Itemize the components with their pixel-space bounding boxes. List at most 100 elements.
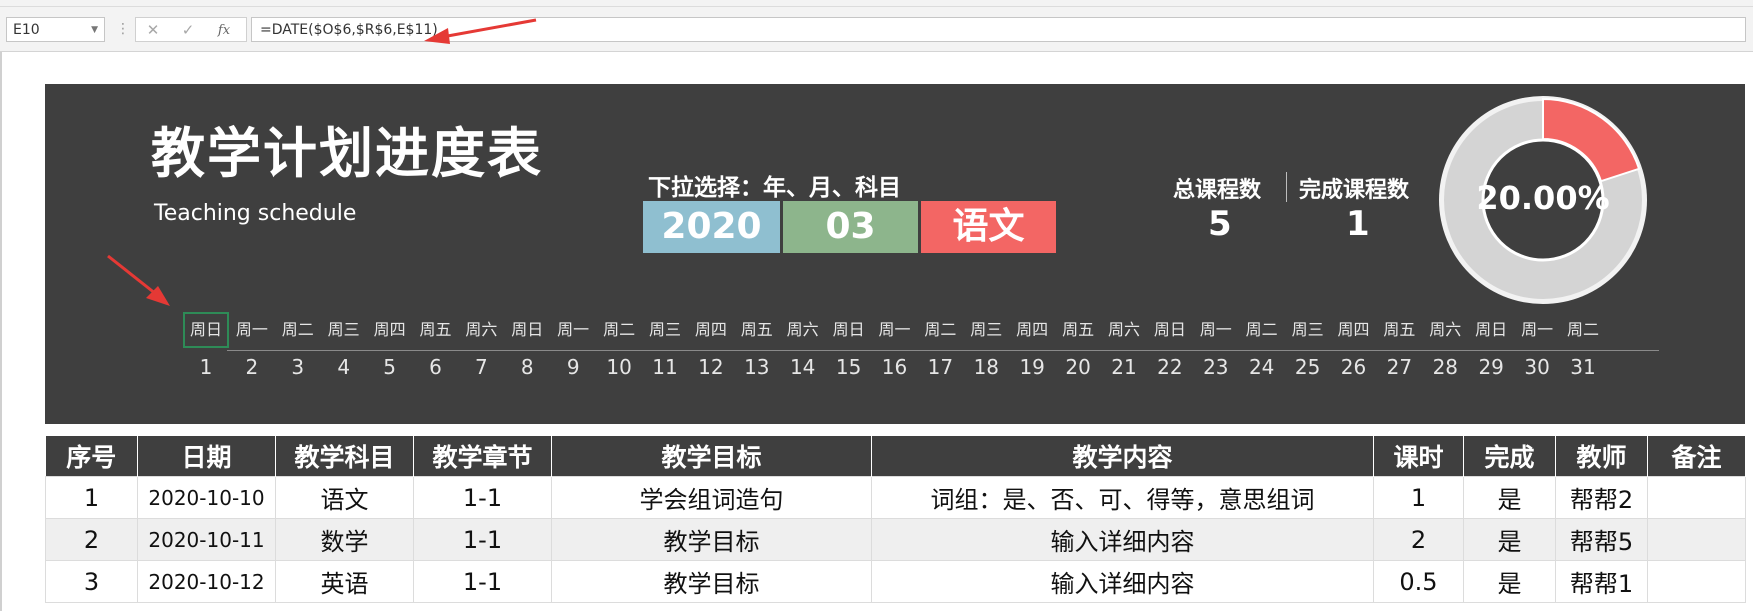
- table-cell[interactable]: 数学: [275, 518, 414, 561]
- weekday-label: 周五: [740, 320, 773, 339]
- table-cell[interactable]: 1-1: [413, 560, 552, 603]
- table-cell[interactable]: 1: [1373, 476, 1464, 519]
- weekday-label: 周五: [1383, 320, 1416, 339]
- day-number: 13: [744, 355, 770, 379]
- day-number: 5: [383, 355, 396, 379]
- weekday-label: 周日: [1153, 320, 1186, 339]
- completed-courses-value: 1: [1346, 204, 1370, 244]
- day-number: 20: [1065, 355, 1091, 379]
- table-cell[interactable]: [1647, 476, 1746, 519]
- table-cell[interactable]: 帮帮2: [1555, 476, 1648, 519]
- column-header[interactable]: 教师: [1555, 436, 1648, 477]
- dropdown-label: 下拉选择：年、月、科目: [648, 175, 901, 201]
- day-number: 29: [1478, 355, 1504, 379]
- day-number: 9: [566, 355, 580, 379]
- table-cell[interactable]: 输入详细内容: [871, 518, 1374, 561]
- day-number: 4: [337, 355, 351, 379]
- schedule-table: 序号 日期 教学科目 教学章节 教学目标 教学内容 课时 完成 教师 备注 1 2020-10-10…: [45, 436, 1746, 603]
- table-cell[interactable]: 教学目标: [551, 560, 872, 603]
- table-cell[interactable]: [1647, 518, 1746, 561]
- table-cell[interactable]: 英语: [275, 560, 414, 603]
- name-box-value: E10: [13, 22, 40, 38]
- weekday-label: 周四: [694, 320, 727, 339]
- day-number: 23: [1203, 355, 1229, 379]
- table-cell[interactable]: 1-1: [413, 518, 552, 561]
- table-cell[interactable]: 是: [1463, 476, 1556, 519]
- table-cell[interactable]: 3: [45, 560, 138, 603]
- table-cell[interactable]: 帮帮5: [1555, 518, 1648, 561]
- table-cell[interactable]: 学会组词造句: [551, 476, 872, 519]
- table-cell[interactable]: 0.5: [1373, 560, 1464, 603]
- day-number: 28: [1432, 355, 1459, 379]
- stat-divider: [1286, 172, 1287, 202]
- column-header[interactable]: 课时: [1373, 436, 1464, 477]
- weekday-label: 周二: [924, 320, 957, 339]
- table-cell[interactable]: 是: [1463, 518, 1556, 561]
- column-header[interactable]: 教学内容: [871, 436, 1374, 477]
- table-cell[interactable]: 2020-10-11: [137, 518, 276, 561]
- weekday-label: 周日: [832, 320, 865, 339]
- table-row: 2 2020-10-11 数学 1-1 教学目标 输入详细内容 2 是帮帮5: [45, 518, 1746, 561]
- weekday-label: 周一: [1521, 320, 1554, 339]
- completed-courses-label: 完成课程数: [1299, 178, 1410, 203]
- column-header[interactable]: 完成: [1463, 436, 1556, 477]
- table-cell[interactable]: 1-1: [413, 476, 552, 519]
- table-row: 1 2020-10-10 语文 1-1 学会组词造句 词组：是、否、可、得等，意思组词 1 是…: [45, 476, 1746, 519]
- weekday-label: 周三: [648, 320, 681, 339]
- table-cell[interactable]: [1647, 560, 1746, 603]
- day-number: 21: [1111, 355, 1137, 379]
- column-header[interactable]: 教学科目: [275, 436, 414, 477]
- ribbon-edge: [0, 0, 1753, 7]
- table-cell[interactable]: 语文: [275, 476, 414, 519]
- table-cell[interactable]: 是: [1463, 560, 1556, 603]
- year-select[interactable]: 2020: [643, 201, 780, 253]
- day-number: 16: [881, 355, 908, 379]
- cancel-icon[interactable]: ✕: [138, 18, 168, 43]
- day-number: 18: [973, 355, 1000, 379]
- weekday-label: 周二: [1245, 320, 1278, 339]
- column-header[interactable]: 教学目标: [551, 436, 872, 477]
- chevron-down-icon[interactable]: ▼: [91, 18, 98, 43]
- table-cell[interactable]: 2: [1373, 518, 1464, 561]
- day-number: 30: [1524, 355, 1550, 379]
- weekday-label: 周五: [1062, 320, 1095, 339]
- table-cell[interactable]: 帮帮1: [1555, 560, 1648, 603]
- day-number: 22: [1157, 355, 1183, 379]
- day-number: 7: [475, 355, 488, 379]
- check-icon[interactable]: ✓: [173, 18, 203, 43]
- day-number: 11: [652, 355, 678, 379]
- weekday-label: 周二: [281, 320, 314, 339]
- day-number: 2: [245, 355, 259, 379]
- column-header[interactable]: 序号: [45, 436, 138, 477]
- day-number: 6: [429, 355, 442, 379]
- weekday-label: 周二: [1566, 320, 1599, 339]
- table-cell[interactable]: 词组：是、否、可、得等，意思组词: [871, 476, 1374, 519]
- page-subtitle: Teaching schedule: [154, 201, 357, 226]
- table-cell[interactable]: 1: [45, 476, 138, 519]
- function-icon[interactable]: fx: [209, 18, 239, 43]
- subject-select[interactable]: 语文: [921, 201, 1056, 253]
- column-header[interactable]: 教学章节: [413, 436, 552, 477]
- weekday-label: 周一: [878, 320, 911, 339]
- name-box[interactable]: E10 ▼: [6, 17, 105, 42]
- day-number: 24: [1248, 355, 1275, 379]
- table-cell[interactable]: 2020-10-12: [137, 560, 276, 603]
- column-header[interactable]: 备注: [1647, 436, 1746, 477]
- weekday-label: 周六: [786, 320, 819, 339]
- total-courses-value: 5: [1208, 204, 1232, 244]
- calendar-strip: 周日 1 周一 2 周二 3 周三 4 周四 5 周五 6 周六 7 周日 8 周一 9 周二 10 周三 11 周四 12 周…: [183, 312, 1661, 392]
- table-cell[interactable]: 2: [45, 518, 138, 561]
- more-options-icon[interactable]: ⋮: [116, 19, 130, 39]
- weekday-label: 周二: [603, 320, 636, 339]
- column-header[interactable]: 日期: [137, 436, 276, 477]
- weekday-label: 周三: [970, 320, 1003, 339]
- table-cell[interactable]: 输入详细内容: [871, 560, 1374, 603]
- day-number: 26: [1340, 355, 1367, 379]
- total-courses-label: 总课程数: [1173, 178, 1262, 203]
- day-number: 14: [789, 355, 816, 379]
- red-arrow-calendar: [107, 254, 170, 306]
- table-cell[interactable]: 2020-10-10: [137, 476, 276, 519]
- weekday-label: 周四: [1337, 320, 1370, 339]
- table-cell[interactable]: 教学目标: [551, 518, 872, 561]
- month-select[interactable]: 03: [783, 201, 918, 253]
